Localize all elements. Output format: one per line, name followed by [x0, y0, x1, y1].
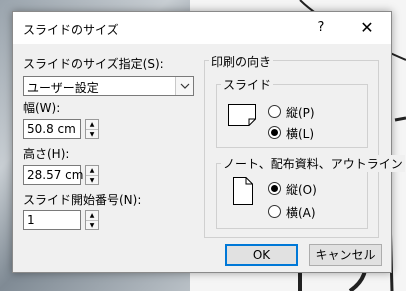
close-icon: ✕ — [360, 18, 374, 37]
dialog-title: スライドのサイズ — [23, 23, 119, 37]
close-button[interactable]: ✕ — [345, 12, 389, 44]
cancel-button[interactable]: キャンセル — [309, 244, 382, 266]
notes-landscape-label: 横(A) — [286, 206, 316, 220]
notes-portrait-radio[interactable] — [268, 182, 281, 195]
size-spec-value: ユーザー設定 — [27, 81, 99, 95]
slides-orientation-title: スライド — [221, 76, 274, 93]
notes-orientation-title: ノート、配布資料、アウトライン — [221, 155, 405, 172]
orientation-group-title: 印刷の向き — [209, 53, 274, 70]
slides-portrait-radio[interactable] — [268, 105, 281, 118]
triangle-down-icon[interactable]: ▼ — [86, 175, 98, 184]
width-spinner[interactable]: ▲ ▼ — [85, 119, 99, 139]
portrait-page-icon — [233, 177, 253, 205]
slides-landscape-radio[interactable] — [268, 126, 281, 139]
width-label: 幅(W): — [23, 101, 61, 115]
triangle-up-icon[interactable]: ▲ — [86, 120, 98, 129]
triangle-down-icon[interactable]: ▼ — [86, 220, 98, 229]
start-number-label: スライド開始番号(N): — [23, 193, 142, 207]
slides-portrait-label: 縦(P) — [286, 106, 315, 120]
slides-landscape-label: 横(L) — [286, 127, 315, 141]
start-number-spinner[interactable]: ▲ ▼ — [85, 210, 99, 230]
size-spec-label: スライドのサイズ指定(S): — [23, 57, 164, 71]
help-button[interactable]: ? — [301, 12, 341, 44]
size-spec-select[interactable]: ユーザー設定 — [23, 76, 194, 96]
start-number-input[interactable]: 1 — [23, 210, 81, 230]
ok-button[interactable]: OK — [225, 244, 298, 266]
chevron-down-icon[interactable] — [175, 77, 193, 95]
triangle-up-icon[interactable]: ▲ — [86, 166, 98, 175]
title-bar: スライドのサイズ ? ✕ — [13, 12, 391, 44]
height-spinner[interactable]: ▲ ▼ — [85, 165, 99, 185]
notes-portrait-label: 縦(O) — [286, 183, 317, 197]
landscape-page-icon — [228, 104, 256, 126]
slide-size-dialog: スライドのサイズ ? ✕ スライドのサイズ指定(S): ユーザー設定 幅(W):… — [12, 11, 405, 273]
height-input[interactable]: 28.57 cm — [23, 165, 83, 185]
triangle-down-icon[interactable]: ▼ — [86, 129, 98, 138]
width-input[interactable]: 50.8 cm — [23, 119, 81, 139]
triangle-up-icon[interactable]: ▲ — [86, 211, 98, 220]
notes-landscape-radio[interactable] — [268, 205, 281, 218]
help-icon: ? — [317, 20, 325, 35]
height-label: 高さ(H): — [23, 147, 70, 161]
